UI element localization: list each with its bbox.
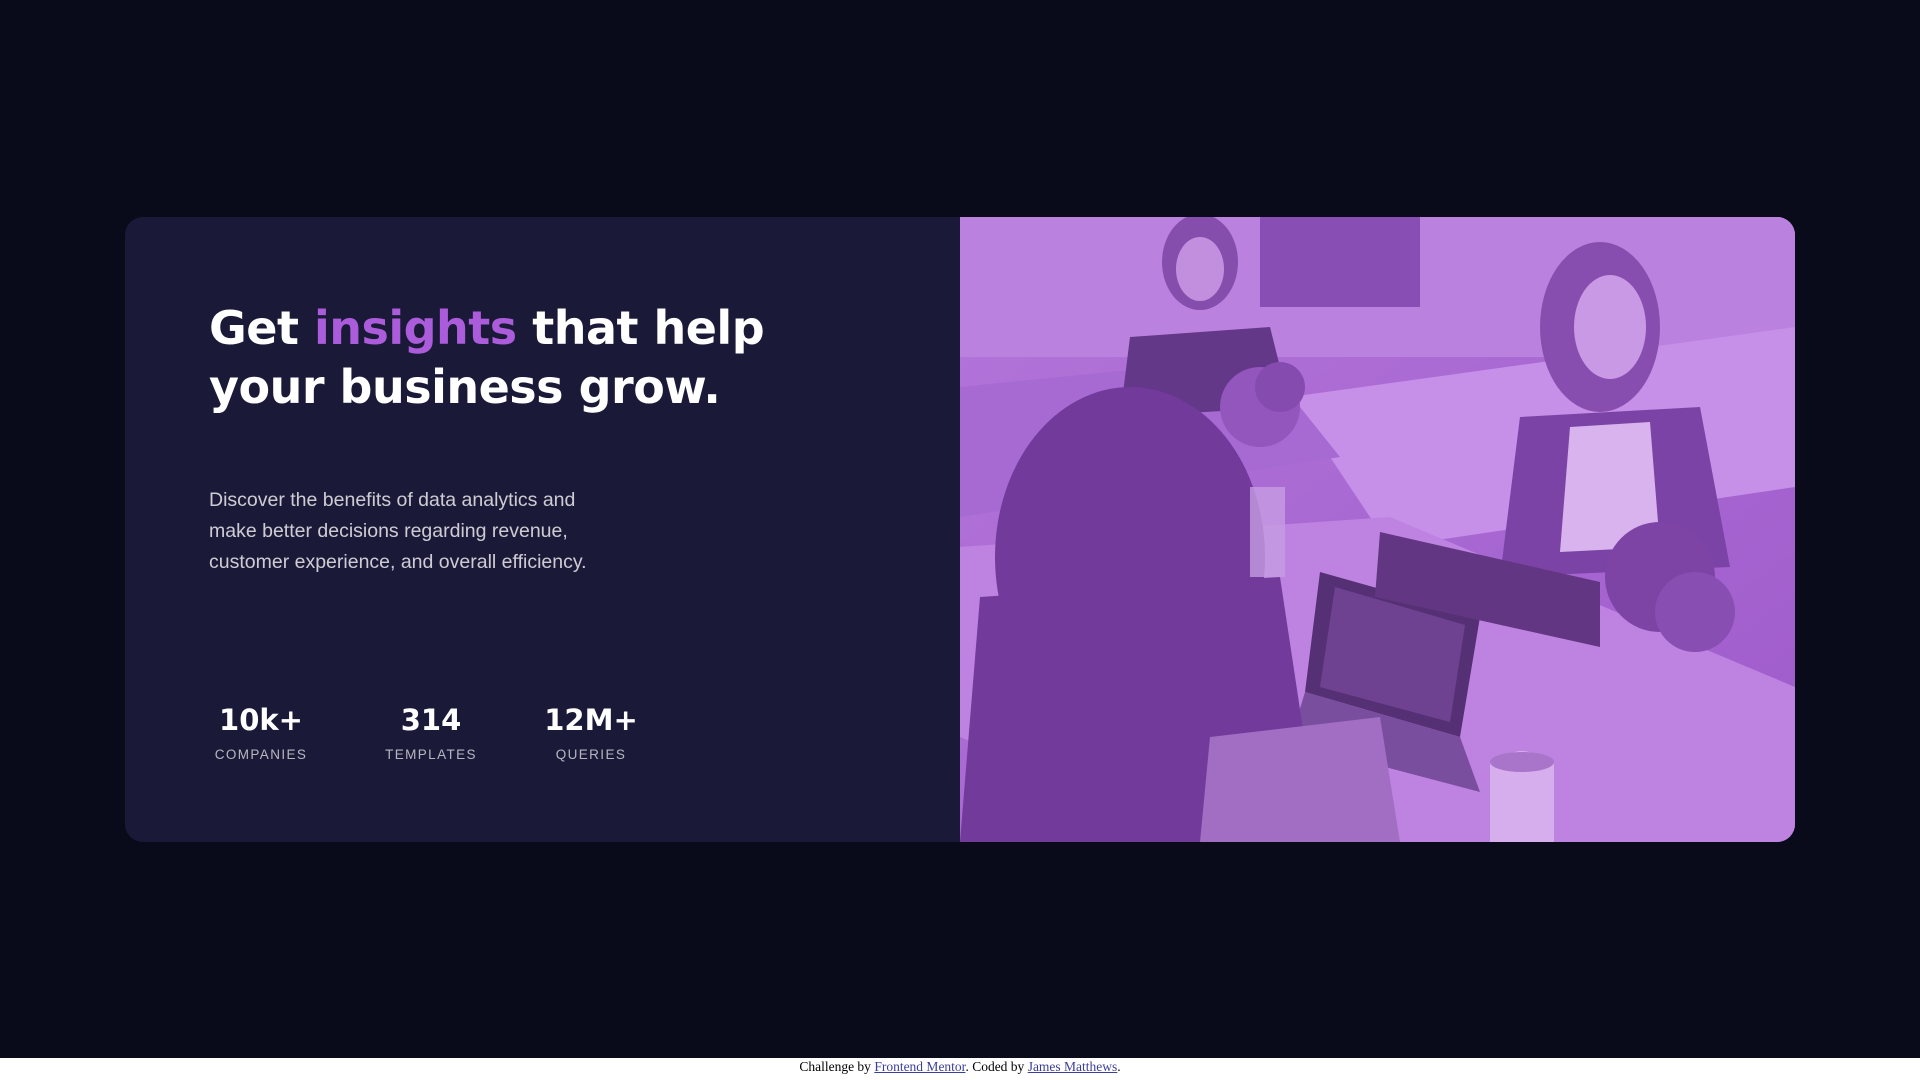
page-background: Get insights that help your business gro… bbox=[0, 0, 1920, 1058]
attribution-prefix: Challenge by bbox=[799, 1059, 875, 1074]
card-content: Get insights that help your business gro… bbox=[125, 217, 960, 842]
stat-label: COMPANIES bbox=[214, 747, 308, 762]
attribution-suffix: . bbox=[1117, 1059, 1121, 1074]
stat-value: 10k+ bbox=[219, 703, 303, 737]
stat-value: 314 bbox=[400, 703, 462, 737]
author-link[interactable]: James Matthews bbox=[1028, 1059, 1118, 1074]
stats-row: 10k+ COMPANIES 314 TEMPLATES 12M+ QUERIE… bbox=[209, 702, 749, 782]
stat-label: QUERIES bbox=[555, 747, 627, 762]
frontend-mentor-link[interactable]: Frontend Mentor bbox=[874, 1059, 965, 1074]
hero-heading: Get insights that help your business gro… bbox=[209, 299, 809, 417]
stat-label: TEMPLATES bbox=[385, 747, 477, 762]
stats-preview-card: Get insights that help your business gro… bbox=[125, 217, 1795, 842]
hero-description: Discover the benefits of data analytics … bbox=[209, 489, 587, 573]
attribution-middle: . Coded by bbox=[965, 1059, 1028, 1074]
heading-accent-word: insights bbox=[313, 301, 517, 355]
stat-companies: 10k+ COMPANIES bbox=[209, 702, 313, 764]
stat-queries: 12M+ QUERIES bbox=[539, 702, 643, 764]
office-team-photo bbox=[960, 217, 1795, 842]
attribution-footer: Challenge by Frontend Mentor. Coded by J… bbox=[0, 1058, 1920, 1080]
heading-text-start: Get bbox=[209, 301, 314, 355]
stat-value: 12M+ bbox=[544, 703, 638, 737]
photo-illustration bbox=[960, 217, 1795, 842]
stat-templates: 314 TEMPLATES bbox=[381, 702, 481, 764]
